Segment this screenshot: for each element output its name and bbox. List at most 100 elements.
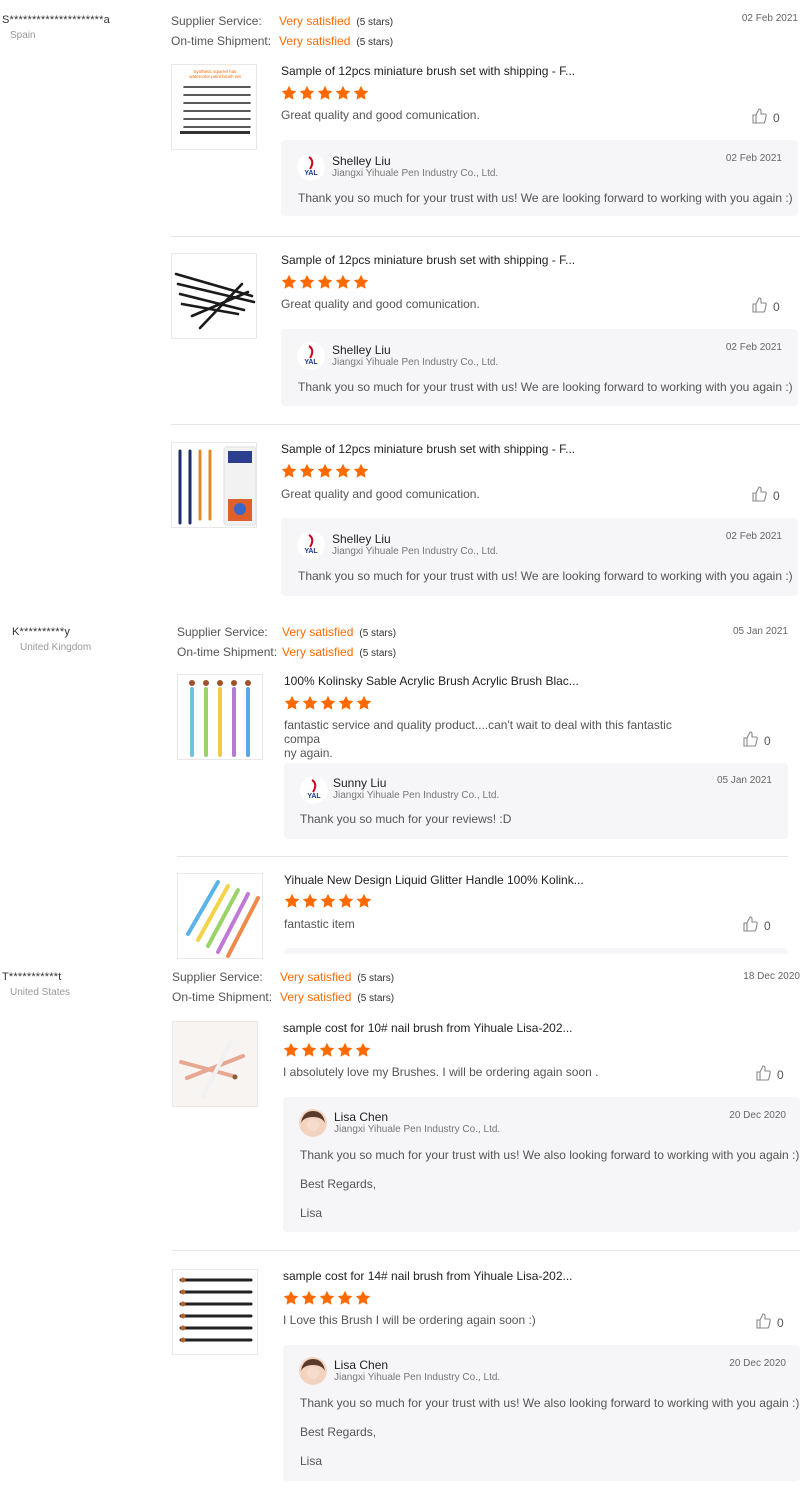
review-comment: Great quality and good comunication.	[281, 297, 480, 311]
supplier-reply: Lisa Chen Jiangxi Yihuale Pen Industry C…	[283, 1097, 800, 1232]
star-icon	[320, 695, 336, 710]
like-button[interactable]: 0	[751, 297, 780, 316]
replier-name: Sunny Liu	[333, 776, 387, 790]
like-button[interactable]: 0	[755, 1313, 784, 1332]
star-icon	[320, 893, 336, 908]
supplier-reply: YAL Shelley Liu Jiangxi Yihuale Pen Indu…	[281, 140, 798, 216]
product-title-link[interactable]: sample cost for 10# nail brush from Yihu…	[283, 1021, 573, 1035]
replier-name: Shelley Liu	[332, 532, 391, 546]
replier-company: Jiangxi Yihuale Pen Industry Co., Ltd.	[334, 1372, 501, 1383]
acrylic-brush-thumbnail-icon	[189, 680, 251, 757]
reply-text: Best Regards,	[300, 1177, 377, 1191]
brush-set-thumbnail-icon: Synthetic squirrel hair watercolor paint…	[180, 69, 251, 134]
star-icon	[335, 85, 351, 100]
supplier-reply: Lisa Chen Jiangxi Yihuale Pen Industry C…	[283, 1345, 800, 1481]
product-thumbnail[interactable]: Synthetic squirrel hair watercolor paint…	[171, 64, 257, 150]
divider	[171, 424, 800, 425]
product-thumbnail[interactable]	[172, 1269, 258, 1355]
shipment-value: Very satisfied	[280, 990, 352, 1004]
like-button[interactable]: 0	[751, 486, 780, 505]
reviewer-name: T***********t	[2, 971, 62, 983]
review-comment: fantastic item	[284, 917, 355, 931]
product-title-link[interactable]: Sample of 12pcs miniature brush set with…	[281, 442, 575, 456]
shipment-label: On-time Shipment:	[172, 990, 273, 1004]
reply-date: 02 Feb 2021	[725, 153, 782, 164]
star-icon	[337, 1290, 353, 1305]
star-icon	[353, 463, 369, 478]
star-icon	[335, 274, 351, 289]
supplier-service-label: Supplier Service:	[177, 625, 268, 639]
star-icon	[355, 1042, 371, 1057]
reply-text: Thank you so much for your trust with us…	[298, 569, 793, 583]
nail-brush-thumbnail-icon	[173, 1022, 257, 1106]
divider	[177, 856, 788, 857]
star-icon	[317, 463, 333, 478]
star-icon	[317, 274, 333, 289]
shipment-row: On-time Shipment: Very satisfied (5 stars)	[171, 31, 393, 51]
like-button[interactable]: 0	[755, 1065, 784, 1084]
divider	[171, 236, 800, 237]
review-comment-line: ny again.	[284, 746, 333, 760]
star-icon	[353, 274, 369, 289]
star-rating	[284, 893, 372, 909]
supplier-service-value: Very satisfied	[279, 14, 351, 28]
product-thumbnail[interactable]	[172, 1021, 258, 1107]
reply-date: 02 Feb 2021	[725, 531, 782, 542]
reviewer-country: Spain	[10, 30, 36, 41]
replier-name: Shelley Liu	[332, 154, 391, 168]
star-icon	[281, 274, 297, 289]
star-icon	[335, 463, 351, 478]
thumbs-up-icon	[751, 297, 767, 316]
supplier-reply: YAL Shelley Liu Jiangxi Yihuale Pen Indu…	[281, 329, 798, 406]
replier-company: Jiangxi Yihuale Pen Industry Co., Ltd.	[333, 790, 500, 801]
product-thumbnail[interactable]	[171, 442, 257, 528]
reply-text: Thank you so much for your trust with us…	[298, 380, 793, 394]
star-icon	[283, 1042, 299, 1057]
star-icon	[284, 695, 300, 710]
supplier-service-row: Supplier Service: Very satisfied (5 stars)	[171, 11, 393, 31]
reply-date: 20 Dec 2020	[729, 1358, 786, 1369]
shipment-row: On-time Shipment: Very satisfied (5 stars)	[177, 642, 396, 662]
brush-fan-thumbnail-icon	[174, 272, 256, 330]
supplier-service-stars: (5 stars)	[356, 17, 394, 28]
star-icon	[319, 1290, 335, 1305]
supplier-service-row: Supplier Service: Very satisfied (5 stars)	[177, 622, 396, 642]
reviewer-block: S*********************a Spain	[2, 14, 162, 41]
product-title-link[interactable]: sample cost for 14# nail brush from Yihu…	[283, 1269, 573, 1283]
svg-text:YAL: YAL	[304, 359, 318, 366]
product-title-link[interactable]: Sample of 12pcs miniature brush set with…	[281, 253, 575, 267]
reviewer-name: K**********y	[12, 626, 71, 638]
review-comment: I Love this Brush I will be ordering aga…	[283, 1313, 536, 1327]
product-thumbnail[interactable]	[177, 873, 263, 959]
product-title-link[interactable]: Yihuale New Design Liquid Glitter Handle…	[284, 873, 584, 887]
product-title-link[interactable]: Sample of 12pcs miniature brush set with…	[281, 64, 575, 78]
supplier-service-label: Supplier Service:	[172, 970, 263, 984]
like-button[interactable]: 0	[742, 916, 771, 935]
reply-text: Best Regards,	[300, 1425, 377, 1439]
product-thumbnail[interactable]	[171, 253, 257, 339]
thumbs-up-icon	[742, 916, 758, 935]
like-button[interactable]: 0	[742, 731, 771, 750]
star-icon	[317, 85, 333, 100]
reviewer-block: K**********y United Kingdom	[12, 626, 172, 653]
glitter-brush-thumbnail-icon	[186, 880, 260, 958]
product-title-link[interactable]: 100% Kolinsky Sable Acrylic Brush Acryli…	[284, 674, 579, 688]
star-icon	[301, 1290, 317, 1305]
like-count: 0	[773, 299, 780, 314]
supplier-reply: YAL Shelley Liu Jiangxi Yihuale Pen Indu…	[281, 518, 798, 596]
shipment-value: Very satisfied	[279, 34, 351, 48]
thumbs-up-icon	[755, 1065, 771, 1084]
review-comment-line: fantastic service and quality product...…	[284, 718, 672, 746]
review-date: 02 Feb 2021	[741, 13, 798, 24]
svg-text:watercolor paint brush set: watercolor paint brush set	[189, 74, 241, 79]
replier-company: Jiangxi Yihuale Pen Industry Co., Ltd.	[332, 546, 499, 557]
like-count: 0	[773, 488, 780, 503]
supplier-service-row: Supplier Service: Very satisfied (5 stars)	[172, 967, 394, 987]
thumbs-up-icon	[751, 486, 767, 505]
like-button[interactable]: 0	[751, 108, 780, 127]
star-icon	[355, 1290, 371, 1305]
product-thumbnail[interactable]	[177, 674, 263, 760]
star-icon	[356, 893, 372, 908]
star-rating	[283, 1042, 371, 1058]
supplier-service-stars: (5 stars)	[359, 628, 397, 639]
